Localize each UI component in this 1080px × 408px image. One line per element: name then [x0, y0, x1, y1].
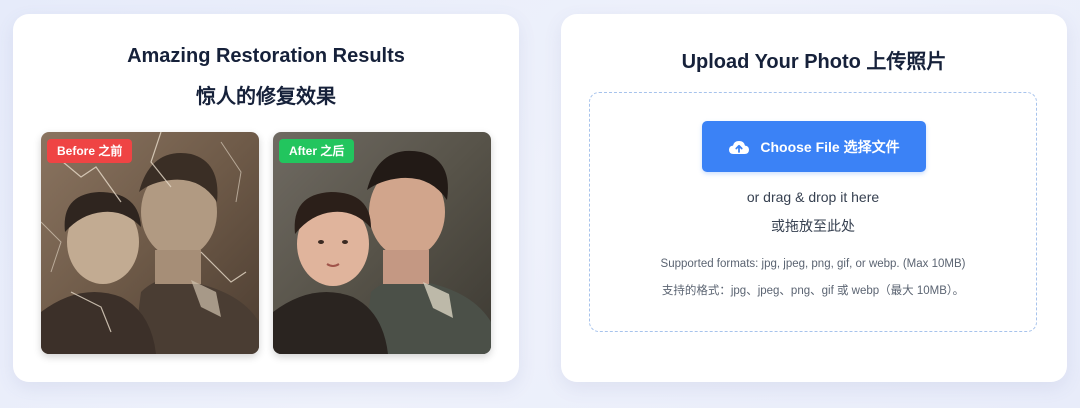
- before-photo-image: [41, 132, 259, 354]
- file-dropzone[interactable]: Choose File 选择文件 or drag & drop it here …: [589, 92, 1037, 332]
- supported-formats-en: Supported formats: jpg, jpeg, png, gif, …: [660, 258, 966, 270]
- restoration-results-card: Amazing Restoration Results 惊人的修复效果 Befo…: [13, 14, 519, 382]
- choose-file-label: Choose File 选择文件: [760, 138, 900, 155]
- results-title-en: Amazing Restoration Results: [127, 45, 405, 67]
- after-photo: After 之后: [273, 132, 491, 354]
- supported-formats-zh: 支持的格式：jpg、jpeg、png、gif 或 webp（最大 10MB）。: [661, 285, 965, 297]
- choose-file-button[interactable]: Choose File 选择文件: [702, 121, 926, 172]
- results-title-zh: 惊人的修复效果: [196, 86, 336, 108]
- after-photo-image: [273, 132, 491, 354]
- after-badge: After 之后: [279, 139, 355, 163]
- drag-drop-hint-zh: 或拖放至此处: [771, 218, 855, 234]
- drag-drop-hint-en: or drag & drop it here: [746, 189, 880, 205]
- before-photo: Before 之前: [41, 132, 259, 354]
- before-badge: Before 之前: [47, 139, 133, 163]
- upload-card: Upload Your Photo 上传照片 Choose File 选择文件 …: [561, 14, 1067, 382]
- cloud-upload-icon: [728, 139, 750, 155]
- upload-title: Upload Your Photo 上传照片: [681, 51, 947, 73]
